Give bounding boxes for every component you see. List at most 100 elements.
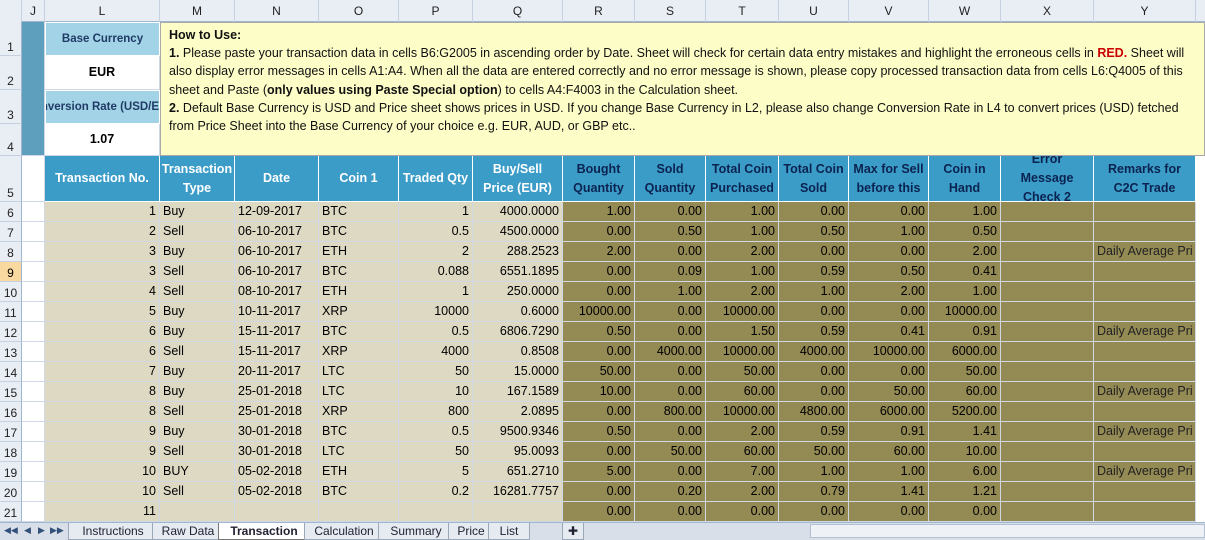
cell[interactable]: 0.50 [779,222,849,242]
cell[interactable] [399,502,473,522]
row-header-13[interactable]: 13 [0,342,22,362]
cell[interactable]: 0.00 [635,242,706,262]
cell[interactable]: 250.0000 [473,282,563,302]
cell[interactable]: LTC [319,382,399,402]
row-header-6[interactable]: 6 [0,202,22,222]
cell[interactable]: Daily Average Pri [1094,322,1196,342]
cell[interactable]: 0.79 [779,482,849,502]
cell[interactable] [1001,422,1094,442]
cell[interactable]: BTC [319,262,399,282]
cell[interactable]: 651.2710 [473,462,563,482]
cell[interactable]: 15-11-2017 [235,342,319,362]
first-sheet-icon[interactable]: ◀◀ [4,525,18,536]
cell[interactable]: 16281.7757 [473,482,563,502]
column-header-v[interactable]: V [849,0,929,22]
cell-j[interactable] [22,482,45,502]
cell-j[interactable] [22,242,45,262]
cell[interactable]: Sell [160,442,235,462]
cell[interactable] [1094,402,1196,422]
cell[interactable]: 1.00 [563,202,635,222]
cell[interactable]: 0.41 [849,322,929,342]
cell[interactable]: Sell [160,282,235,302]
column-header-p[interactable]: P [399,0,473,22]
cell[interactable]: 1 [399,282,473,302]
cell[interactable]: 10000.00 [706,302,779,322]
cell[interactable]: 0.00 [563,342,635,362]
cell[interactable]: 11 [45,502,160,522]
cell[interactable]: 0.00 [779,362,849,382]
cell[interactable] [1001,482,1094,502]
cell[interactable]: 08-10-2017 [235,282,319,302]
horizontal-scrollbar[interactable] [810,524,1205,538]
cell[interactable]: 0.00 [779,242,849,262]
cell[interactable]: 2 [45,222,160,242]
cell[interactable]: 5 [45,302,160,322]
cell[interactable] [1001,502,1094,522]
cell-j[interactable] [22,502,45,522]
cell[interactable]: 0.00 [849,502,929,522]
column-header-r[interactable]: R [563,0,635,22]
column-header-u[interactable]: U [779,0,849,22]
cell[interactable]: 6 [45,342,160,362]
cell[interactable]: 10000 [399,302,473,322]
cell[interactable]: 0.8508 [473,342,563,362]
cell[interactable]: 10 [399,382,473,402]
cell[interactable]: 10000.00 [929,302,1001,322]
cell[interactable]: 800.00 [635,402,706,422]
cell[interactable]: 5.00 [563,462,635,482]
cell[interactable]: 8 [45,382,160,402]
cell[interactable]: Sell [160,222,235,242]
row-header-12[interactable]: 12 [0,322,22,342]
cell[interactable]: 3 [45,242,160,262]
cell[interactable]: Sell [160,342,235,362]
cell[interactable]: 0.00 [563,222,635,242]
cell[interactable]: 4000 [399,342,473,362]
cell[interactable]: 7 [45,362,160,382]
cell[interactable]: 0.00 [563,502,635,522]
column-header-w[interactable]: W [929,0,1001,22]
cell[interactable]: 0.2 [399,482,473,502]
cell[interactable]: 50.00 [635,442,706,462]
cell[interactable]: 06-10-2017 [235,242,319,262]
cell[interactable]: 0.20 [635,482,706,502]
cell[interactable] [1001,342,1094,362]
cell[interactable] [473,502,563,522]
cell[interactable]: 0.50 [563,322,635,342]
cell[interactable]: 1.00 [706,262,779,282]
cell[interactable]: 2.00 [706,422,779,442]
cell[interactable]: 2.00 [706,482,779,502]
cell[interactable]: 4000.0000 [473,202,563,222]
cell[interactable]: 6551.1895 [473,262,563,282]
cell[interactable]: 4000.00 [635,342,706,362]
cell[interactable]: LTC [319,442,399,462]
cell[interactable]: 2.00 [706,282,779,302]
cell[interactable]: 800 [399,402,473,422]
cell[interactable]: 10-11-2017 [235,302,319,322]
cell[interactable]: ETH [319,282,399,302]
cell[interactable]: ETH [319,462,399,482]
cell[interactable]: Sell [160,402,235,422]
cell[interactable]: 1.00 [929,202,1001,222]
column-header-q[interactable]: Q [473,0,563,22]
row-header-20[interactable]: 20 [0,482,22,502]
cell[interactable] [1094,302,1196,322]
cell[interactable]: 1.41 [929,422,1001,442]
cell[interactable]: 2.00 [563,242,635,262]
cell[interactable] [1001,262,1094,282]
column-header-y[interactable]: Y [1094,0,1196,22]
cell[interactable]: Buy [160,422,235,442]
cell[interactable]: 0.00 [635,302,706,322]
cell[interactable] [1001,302,1094,322]
cell-j[interactable] [22,222,45,242]
cell[interactable]: 8 [45,402,160,422]
cell[interactable]: 10 [45,462,160,482]
cell[interactable] [1001,362,1094,382]
cell[interactable]: 10000.00 [706,342,779,362]
cell[interactable]: 1.00 [929,282,1001,302]
cell[interactable] [1001,222,1094,242]
cell[interactable]: 0.00 [635,462,706,482]
cell[interactable]: BUY [160,462,235,482]
cell[interactable]: 6000.00 [849,402,929,422]
cell[interactable]: 0.5 [399,322,473,342]
cell[interactable]: 0.00 [849,302,929,322]
